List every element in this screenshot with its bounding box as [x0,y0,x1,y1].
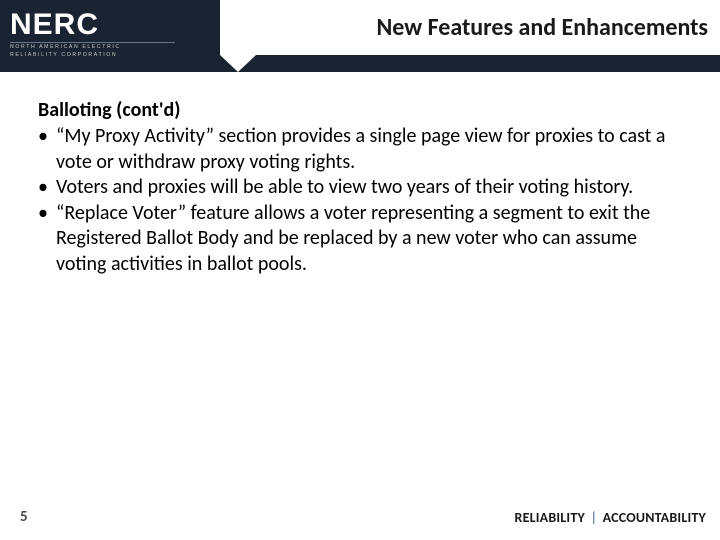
footer-right: ACCOUNTABILITY [603,509,706,526]
bullet-item: • “My Proxy Activity” section provides a… [38,124,688,175]
logo-tagline-2: RELIABILITY CORPORATION [10,53,175,59]
bullet-text: “Replace Voter” feature allows a voter r… [56,201,688,278]
logo-tagline-1: NORTH AMERICAN ELECTRIC [10,45,175,51]
bullet-marker: • [38,175,56,201]
footer-left: RELIABILITY [514,509,584,526]
logo: NERC NORTH AMERICAN ELECTRIC RELIABILITY… [10,10,175,58]
bullet-item: • “Replace Voter” feature allows a voter… [38,201,688,278]
bullet-item: • Voters and proxies will be able to vie… [38,175,688,201]
footer-tagline: RELIABILITY | ACCOUNTABILITY [514,509,706,526]
logo-rule [10,42,175,43]
bullet-list: • “My Proxy Activity” section provides a… [38,124,688,278]
bullet-text: “My Proxy Activity” section provides a s… [56,124,688,175]
bullet-marker: • [38,124,56,175]
title-notch [220,55,256,72]
bullet-text: Voters and proxies will be able to view … [56,175,688,201]
bullet-marker: • [38,201,56,278]
page-number: 5 [20,508,28,526]
logo-name: NERC [10,8,99,41]
slide-title: New Features and Enhancements [377,13,709,42]
logo-text: NERC [10,10,175,40]
section-heading: Balloting (cont'd) [38,98,688,122]
footer-separator: | [588,509,599,526]
title-wrap: New Features and Enhancements [220,0,720,55]
content-area: Balloting (cont'd) • “My Proxy Activity”… [38,98,688,278]
